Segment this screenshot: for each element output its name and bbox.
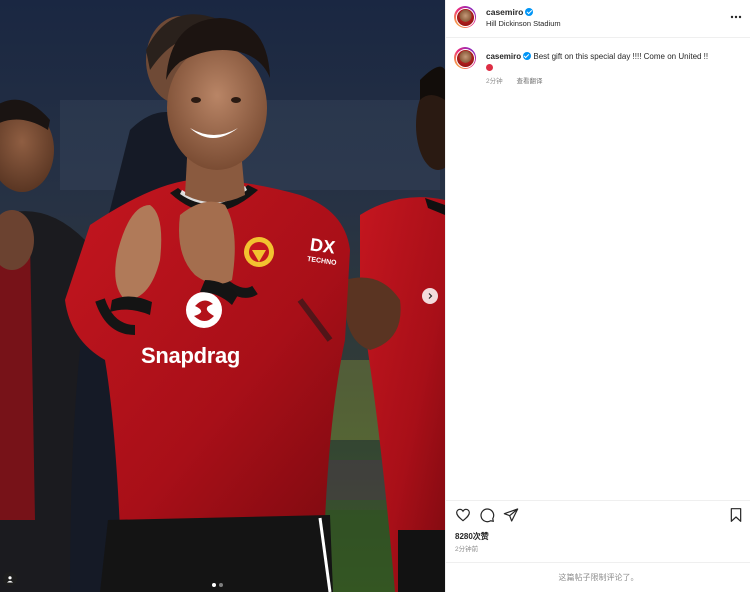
verified-badge-icon xyxy=(523,52,532,60)
see-translation-link[interactable]: 查看翻译 xyxy=(516,78,542,85)
comment-bubble-icon[interactable] xyxy=(479,507,495,523)
photo-scene xyxy=(0,0,445,592)
post-username[interactable]: casemiro xyxy=(486,7,534,17)
post-photo[interactable]: Snapdrag DX TECHNO xyxy=(0,0,445,592)
more-options-button[interactable] xyxy=(730,10,742,20)
like-count[interactable]: 8280次赞 xyxy=(455,531,489,542)
post-actions-bar xyxy=(446,500,750,528)
red-circle-icon xyxy=(486,64,493,71)
user-tag-icon xyxy=(7,576,13,583)
heart-icon[interactable] xyxy=(455,507,471,523)
verified-badge-icon xyxy=(525,8,534,16)
username-text[interactable]: casemiro xyxy=(486,7,523,17)
instagram-post-view: Snapdrag DX TECHNO casemiro Hill Dickins… xyxy=(0,0,750,592)
post-side-panel: casemiro Hill Dickinson Stadium casemiro… xyxy=(445,0,750,592)
post-caption: casemiro Best gift on this special day !… xyxy=(486,51,744,73)
carousel-dot xyxy=(219,583,223,587)
caption-username[interactable]: casemiro xyxy=(486,52,521,61)
comments-limited-notice: 这篇帖子限制评论了。 xyxy=(446,562,750,592)
sleeve-sponsor-top: DX xyxy=(308,234,337,258)
caption-avatar[interactable] xyxy=(454,47,476,69)
post-location[interactable]: Hill Dickinson Stadium xyxy=(486,19,561,28)
bookmark-icon[interactable] xyxy=(728,507,744,523)
caption-meta: 2分钟 查看翻译 xyxy=(486,75,542,85)
carousel-next-button[interactable] xyxy=(422,288,438,304)
post-header: casemiro Hill Dickinson Stadium xyxy=(446,0,750,38)
tagged-users-button[interactable] xyxy=(3,572,17,586)
chevron-right-icon xyxy=(428,293,433,299)
jersey-sponsor-text: Snapdrag xyxy=(141,343,241,368)
avatar[interactable] xyxy=(454,6,476,28)
carousel-indicator xyxy=(212,583,223,587)
post-timestamp[interactable]: 2分钟前 xyxy=(455,543,478,553)
caption-time: 2分钟 xyxy=(486,78,503,85)
carousel-dot-active xyxy=(212,583,216,587)
caption-text: Best gift on this special day !!!! Come … xyxy=(533,52,709,61)
paper-plane-icon[interactable] xyxy=(503,507,519,523)
more-horizontal-icon xyxy=(730,15,742,19)
